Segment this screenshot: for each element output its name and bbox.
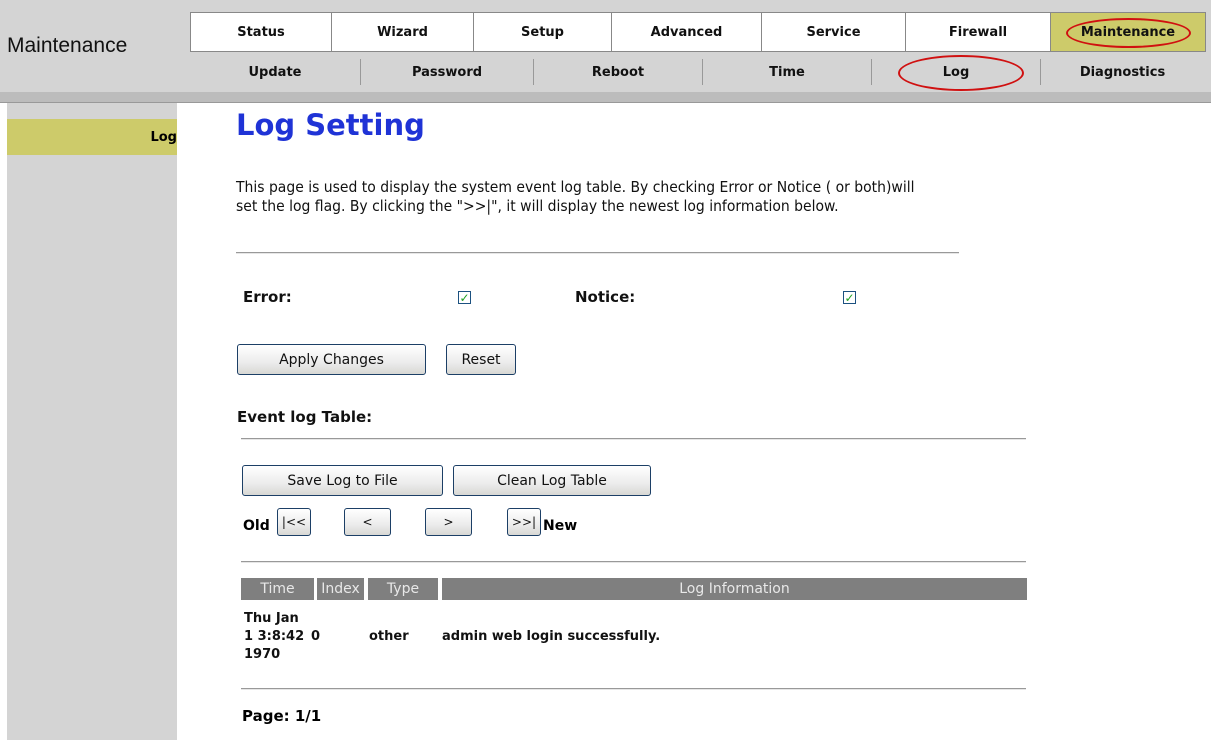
tab-setup[interactable]: Setup [474, 12, 612, 52]
sub-nav: Update Password Reboot Time Log Diagnost… [190, 52, 1206, 92]
notice-checkbox[interactable]: ✓ [843, 291, 856, 304]
subtab-password[interactable]: Password [361, 52, 533, 92]
tab-status[interactable]: Status [190, 12, 332, 52]
save-log-button[interactable]: Save Log to File [242, 465, 443, 496]
cell-type: other [369, 629, 409, 644]
reset-button[interactable]: Reset [446, 344, 516, 375]
subtab-update[interactable]: Update [190, 52, 360, 92]
subtab-log-label: Log [942, 64, 970, 80]
notice-label: Notice: [575, 288, 636, 306]
page-description: This page is used to display the system … [236, 178, 915, 215]
cell-time-line: 1970 [244, 647, 281, 662]
divider [241, 561, 1026, 563]
subtab-log[interactable]: Log [872, 52, 1040, 92]
prev-page-button[interactable]: < [344, 508, 391, 536]
main-nav: Status Wizard Setup Advanced Service Fir… [190, 12, 1206, 52]
section-title: Maintenance [7, 34, 128, 57]
clean-log-button[interactable]: Clean Log Table [453, 465, 651, 496]
error-label: Error: [243, 288, 292, 306]
cell-time: Thu Jan 1 3:8:42 1970 [244, 610, 304, 664]
divider [241, 438, 1026, 440]
apply-changes-button[interactable]: Apply Changes [237, 344, 426, 375]
event-log-heading: Event log Table: [237, 408, 373, 426]
column-header-index: Index [317, 578, 364, 600]
subtab-diagnostics[interactable]: Diagnostics [1041, 52, 1204, 92]
tab-maintenance-label: Maintenance [1080, 24, 1176, 40]
subtab-time[interactable]: Time [703, 52, 871, 92]
next-page-button[interactable]: > [425, 508, 472, 536]
column-header-log-information: Log Information [442, 578, 1027, 600]
sidebar-item-log[interactable]: Log [7, 119, 177, 155]
tab-firewall[interactable]: Firewall [906, 12, 1051, 52]
subtab-reboot[interactable]: Reboot [534, 52, 702, 92]
tab-wizard[interactable]: Wizard [332, 12, 474, 52]
cell-index: 0 [311, 629, 321, 644]
tab-maintenance[interactable]: Maintenance [1051, 12, 1206, 52]
check-icon: ✓ [844, 290, 855, 305]
sidebar: Log [7, 103, 177, 740]
cell-time-line: 1 3:8:42 [244, 629, 305, 644]
page-title: Log Setting [236, 108, 425, 142]
cell-log-info: admin web login successfully. [442, 629, 661, 644]
cell-time-line: Thu Jan [244, 611, 299, 626]
column-header-time: Time [241, 578, 314, 600]
old-label: Old [243, 518, 270, 534]
page-indicator: Page: 1/1 [242, 707, 322, 725]
last-page-button[interactable]: >>| [507, 508, 541, 536]
new-label: New [543, 518, 578, 534]
header-divider-band [0, 92, 1211, 103]
tab-advanced[interactable]: Advanced [612, 12, 762, 52]
divider [241, 688, 1026, 690]
error-checkbox[interactable]: ✓ [458, 291, 471, 304]
check-icon: ✓ [459, 290, 470, 305]
divider [236, 252, 959, 254]
first-page-button[interactable]: |<< [277, 508, 311, 536]
column-header-type: Type [368, 578, 438, 600]
tab-service[interactable]: Service [762, 12, 906, 52]
